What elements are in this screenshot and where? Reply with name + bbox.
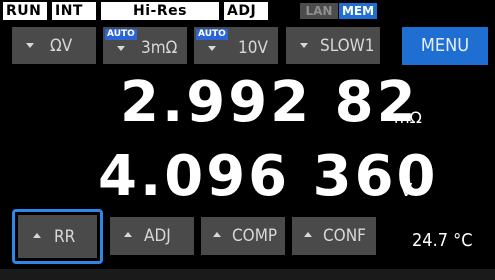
- popup-triangle-icon: [124, 232, 132, 237]
- dropdown-triangle-icon: [117, 46, 125, 51]
- resistance-unit: mΩ: [394, 108, 422, 127]
- adj-button-label: ADJ: [144, 226, 171, 246]
- temperature-reading: 24.7 °C: [412, 230, 473, 251]
- resistance-range-label: 3mΩ: [141, 38, 178, 58]
- status-mem: MEM: [339, 3, 377, 19]
- auto-badge: AUTO: [196, 29, 228, 40]
- voltage-reading: 4.096 360: [98, 144, 439, 209]
- status-hires: Hi-Res: [101, 2, 219, 20]
- auto-badge: AUTO: [105, 29, 137, 40]
- sampling-speed-label: SLOW1: [320, 36, 375, 56]
- status-run: RUN: [3, 2, 47, 20]
- meter-screen: RUN INT Hi-Res ADJ LAN MEM ΩV AUTO 3mΩ A…: [0, 0, 495, 280]
- menu-button[interactable]: MENU: [402, 27, 488, 65]
- comp-button[interactable]: COMP: [201, 217, 285, 255]
- function-select-label: ΩV: [50, 36, 73, 56]
- popup-triangle-icon: [213, 232, 221, 237]
- comp-button-label: COMP: [232, 226, 278, 246]
- conf-button-label: CONF: [323, 226, 366, 246]
- popup-triangle-icon: [304, 232, 312, 237]
- voltage-range-button[interactable]: AUTO 10V: [194, 27, 278, 64]
- voltage-unit: V: [400, 180, 413, 201]
- rr-button-label: RR: [54, 227, 76, 247]
- dropdown-triangle-icon: [300, 43, 308, 48]
- voltage-range-label: 10V: [238, 38, 268, 58]
- adj-button[interactable]: ADJ: [110, 217, 194, 255]
- dropdown-triangle-icon: [26, 43, 34, 48]
- dropdown-triangle-icon: [208, 46, 216, 51]
- popup-triangle-icon: [33, 233, 41, 238]
- resistance-reading: 2.992 82: [120, 70, 419, 135]
- bottom-strip: [0, 269, 495, 280]
- conf-button[interactable]: CONF: [292, 217, 376, 255]
- status-lan: LAN: [300, 3, 338, 19]
- status-int: INT: [52, 2, 96, 20]
- status-adj: ADJ: [224, 2, 268, 20]
- sampling-speed-button[interactable]: SLOW1: [286, 27, 380, 64]
- rr-button[interactable]: RR: [18, 215, 97, 258]
- resistance-range-button[interactable]: AUTO 3mΩ: [103, 27, 187, 64]
- function-select-button[interactable]: ΩV: [12, 27, 96, 64]
